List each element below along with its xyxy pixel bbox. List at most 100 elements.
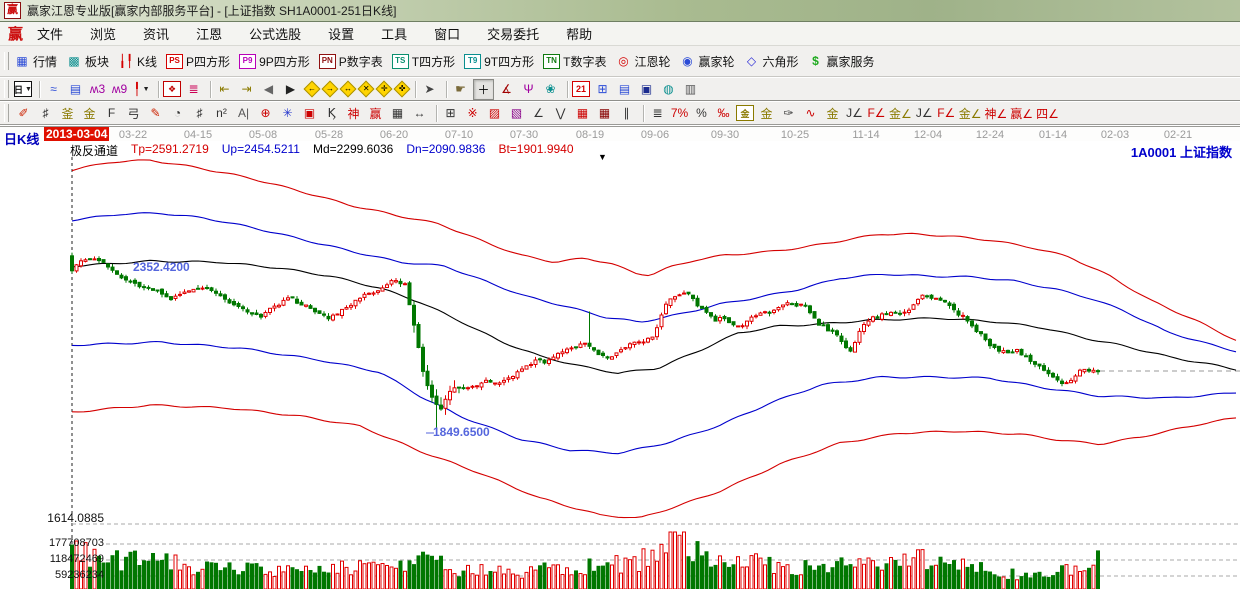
percent-line-icon[interactable]: ‰: [714, 104, 733, 123]
diamond-diagonal-button[interactable]: ✕: [358, 81, 375, 98]
toolbar-grip[interactable]: [4, 80, 9, 98]
gold-angle-icon[interactable]: 金∠: [889, 104, 912, 123]
dropdown-arrow-icon[interactable]: ▼: [25, 86, 32, 93]
diamond-right-button[interactable]: →: [322, 81, 339, 98]
box-grid-icon[interactable]: ⊞: [441, 104, 460, 123]
quotes-button[interactable]: ▦行情: [14, 53, 57, 70]
save-button[interactable]: ▣: [637, 80, 656, 99]
shen-angle-icon[interactable]: 神∠: [985, 104, 1008, 123]
chart-canvas[interactable]: [0, 141, 1240, 589]
ray-fan-icon[interactable]: ※: [463, 104, 482, 123]
diamond-cross-button[interactable]: ✛: [376, 81, 393, 98]
menu-item-8[interactable]: 交易委托: [487, 24, 539, 43]
menu-item-0[interactable]: 文件: [37, 24, 63, 43]
spray2-tool-icon[interactable]: ✎: [146, 104, 165, 123]
menu-item-9[interactable]: 帮助: [566, 24, 592, 43]
f-angle2-icon[interactable]: F∠: [937, 104, 956, 123]
comb-ruler2-icon[interactable]: ♯: [190, 104, 209, 123]
nine-p-square-button[interactable]: P99P四方形: [239, 53, 310, 70]
gold-underline-icon[interactable]: 金: [823, 104, 842, 123]
j-angle2-icon[interactable]: J∠: [915, 104, 934, 123]
gann-shape-tool-icon[interactable]: Ψ: [519, 80, 538, 99]
gold-line-icon[interactable]: 金: [757, 104, 776, 123]
k-wave-icon[interactable]: Ϗ: [322, 104, 341, 123]
workstation-button[interactable]: ▥: [681, 80, 700, 99]
circle-cross-icon[interactable]: ⊕: [256, 104, 275, 123]
info-list-icon[interactable]: ▤: [66, 80, 85, 99]
spray-tool-icon[interactable]: ✐: [14, 104, 33, 123]
web-service-button[interactable]: ◍: [659, 80, 678, 99]
span-arrows-icon[interactable]: ↔: [410, 104, 429, 123]
a-mirror-icon[interactable]: A|: [234, 104, 253, 123]
sectors-button[interactable]: ▩板块: [66, 53, 109, 70]
seven-percent-icon[interactable]: 7%: [670, 104, 689, 123]
ray-box2-icon[interactable]: ▧: [507, 104, 526, 123]
ray-box-icon[interactable]: ▨: [485, 104, 504, 123]
gold-angle2-icon[interactable]: 金∠: [959, 104, 982, 123]
last-bar-button[interactable]: ⇥: [237, 80, 256, 99]
percent-icon[interactable]: %: [692, 104, 711, 123]
gold-gann-ruler-icon[interactable]: 釜: [58, 104, 77, 123]
menu-item-4[interactable]: 公式选股: [249, 24, 301, 43]
clock-cycle-icon[interactable]: ◔: [168, 104, 187, 123]
kline-button[interactable]: ╽╿K线: [118, 53, 157, 70]
menu-item-6[interactable]: 工具: [381, 24, 407, 43]
pointer-tool-icon[interactable]: ➤: [420, 80, 439, 99]
f-ruler-icon[interactable]: F: [102, 104, 121, 123]
menu-item-3[interactable]: 江恩: [196, 24, 222, 43]
price-histogram-icon[interactable]: ≣: [184, 80, 203, 99]
diamond-left-button[interactable]: ←: [304, 81, 321, 98]
candle-style-button[interactable]: ╿▼: [132, 80, 151, 99]
price-ladder-icon[interactable]: ≣: [648, 104, 667, 123]
ying-grid-icon[interactable]: 赢: [366, 104, 385, 123]
hand-tool-icon[interactable]: ☛: [451, 80, 470, 99]
calculator-button[interactable]: ⊞: [593, 80, 612, 99]
crosshair-tool-button[interactable]: ＋: [473, 79, 494, 100]
menu-item-1[interactable]: 浏览: [90, 24, 116, 43]
next-bar-button[interactable]: ▶: [281, 80, 300, 99]
diamond-move-button[interactable]: ✜: [394, 81, 411, 98]
wave-9-icon[interactable]: ʍ9: [110, 80, 129, 99]
dropdown-arrow-icon[interactable]: ▼: [143, 86, 150, 93]
wave-tilde-icon[interactable]: ∿: [801, 104, 820, 123]
wave-3-icon[interactable]: ʍ3: [88, 80, 107, 99]
zigzag-tool-icon[interactable]: ≈: [44, 80, 63, 99]
nine-t-square-button[interactable]: T99T四方形: [464, 53, 534, 70]
bow-tool-icon[interactable]: 弓: [124, 104, 143, 123]
angle-tool-icon[interactable]: ∡: [497, 80, 516, 99]
red-grid2-icon[interactable]: ▦: [595, 104, 614, 123]
t-number-table-button[interactable]: TNT数字表: [543, 53, 606, 70]
toolbar-grip[interactable]: [4, 52, 9, 70]
diamond-horizontal-button[interactable]: ↔: [340, 81, 357, 98]
toolbar-grip[interactable]: [4, 104, 9, 122]
f-angle-icon[interactable]: F∠: [867, 104, 886, 123]
si-angle-icon[interactable]: 四∠: [1036, 104, 1059, 123]
ying-angle-icon[interactable]: 赢∠: [1010, 104, 1033, 123]
n-square-icon[interactable]: n²: [212, 104, 231, 123]
angle-pencil-icon[interactable]: ∠: [529, 104, 548, 123]
menu-item-5[interactable]: 设置: [328, 24, 354, 43]
number-grid-icon[interactable]: ▦: [388, 104, 407, 123]
gold-gann-ruler2-icon[interactable]: 金: [80, 104, 99, 123]
star-rays-icon[interactable]: ✳: [278, 104, 297, 123]
t-square-button[interactable]: TST四方形: [392, 53, 455, 70]
gold-circle-icon[interactable]: 金: [736, 105, 754, 121]
title-bar[interactable]: 赢 赢家江恩专业版[赢家内部服务平台] - [上证指数 SH1A0001-251…: [0, 0, 1240, 22]
prev-bar-button[interactable]: ◀: [259, 80, 278, 99]
hexagon-button[interactable]: ◇六角形: [744, 53, 799, 70]
ink-pen-icon[interactable]: ✑: [779, 104, 798, 123]
p-square-button[interactable]: PSP四方形: [166, 53, 230, 70]
gann-wheel-button[interactable]: ◎江恩轮: [615, 53, 670, 70]
shen-grid-icon[interactable]: 神: [344, 104, 363, 123]
slant-lines-icon[interactable]: ∥: [617, 104, 636, 123]
cycle-tool-icon[interactable]: ❀: [541, 80, 560, 99]
comb-ruler-icon[interactable]: ♯: [36, 104, 55, 123]
notes-button[interactable]: ▤: [615, 80, 634, 99]
square-target-icon[interactable]: ▣: [300, 104, 319, 123]
winner-wheel-button[interactable]: ◉赢家轮: [679, 53, 734, 70]
pattern-match-icon[interactable]: ❖: [163, 81, 181, 97]
wave-check-icon[interactable]: ⋁: [551, 104, 570, 123]
menu-item-2[interactable]: 资讯: [143, 24, 169, 43]
red-grid-icon[interactable]: ▦: [573, 104, 592, 123]
period-selector-button[interactable]: 日▼: [14, 81, 32, 97]
